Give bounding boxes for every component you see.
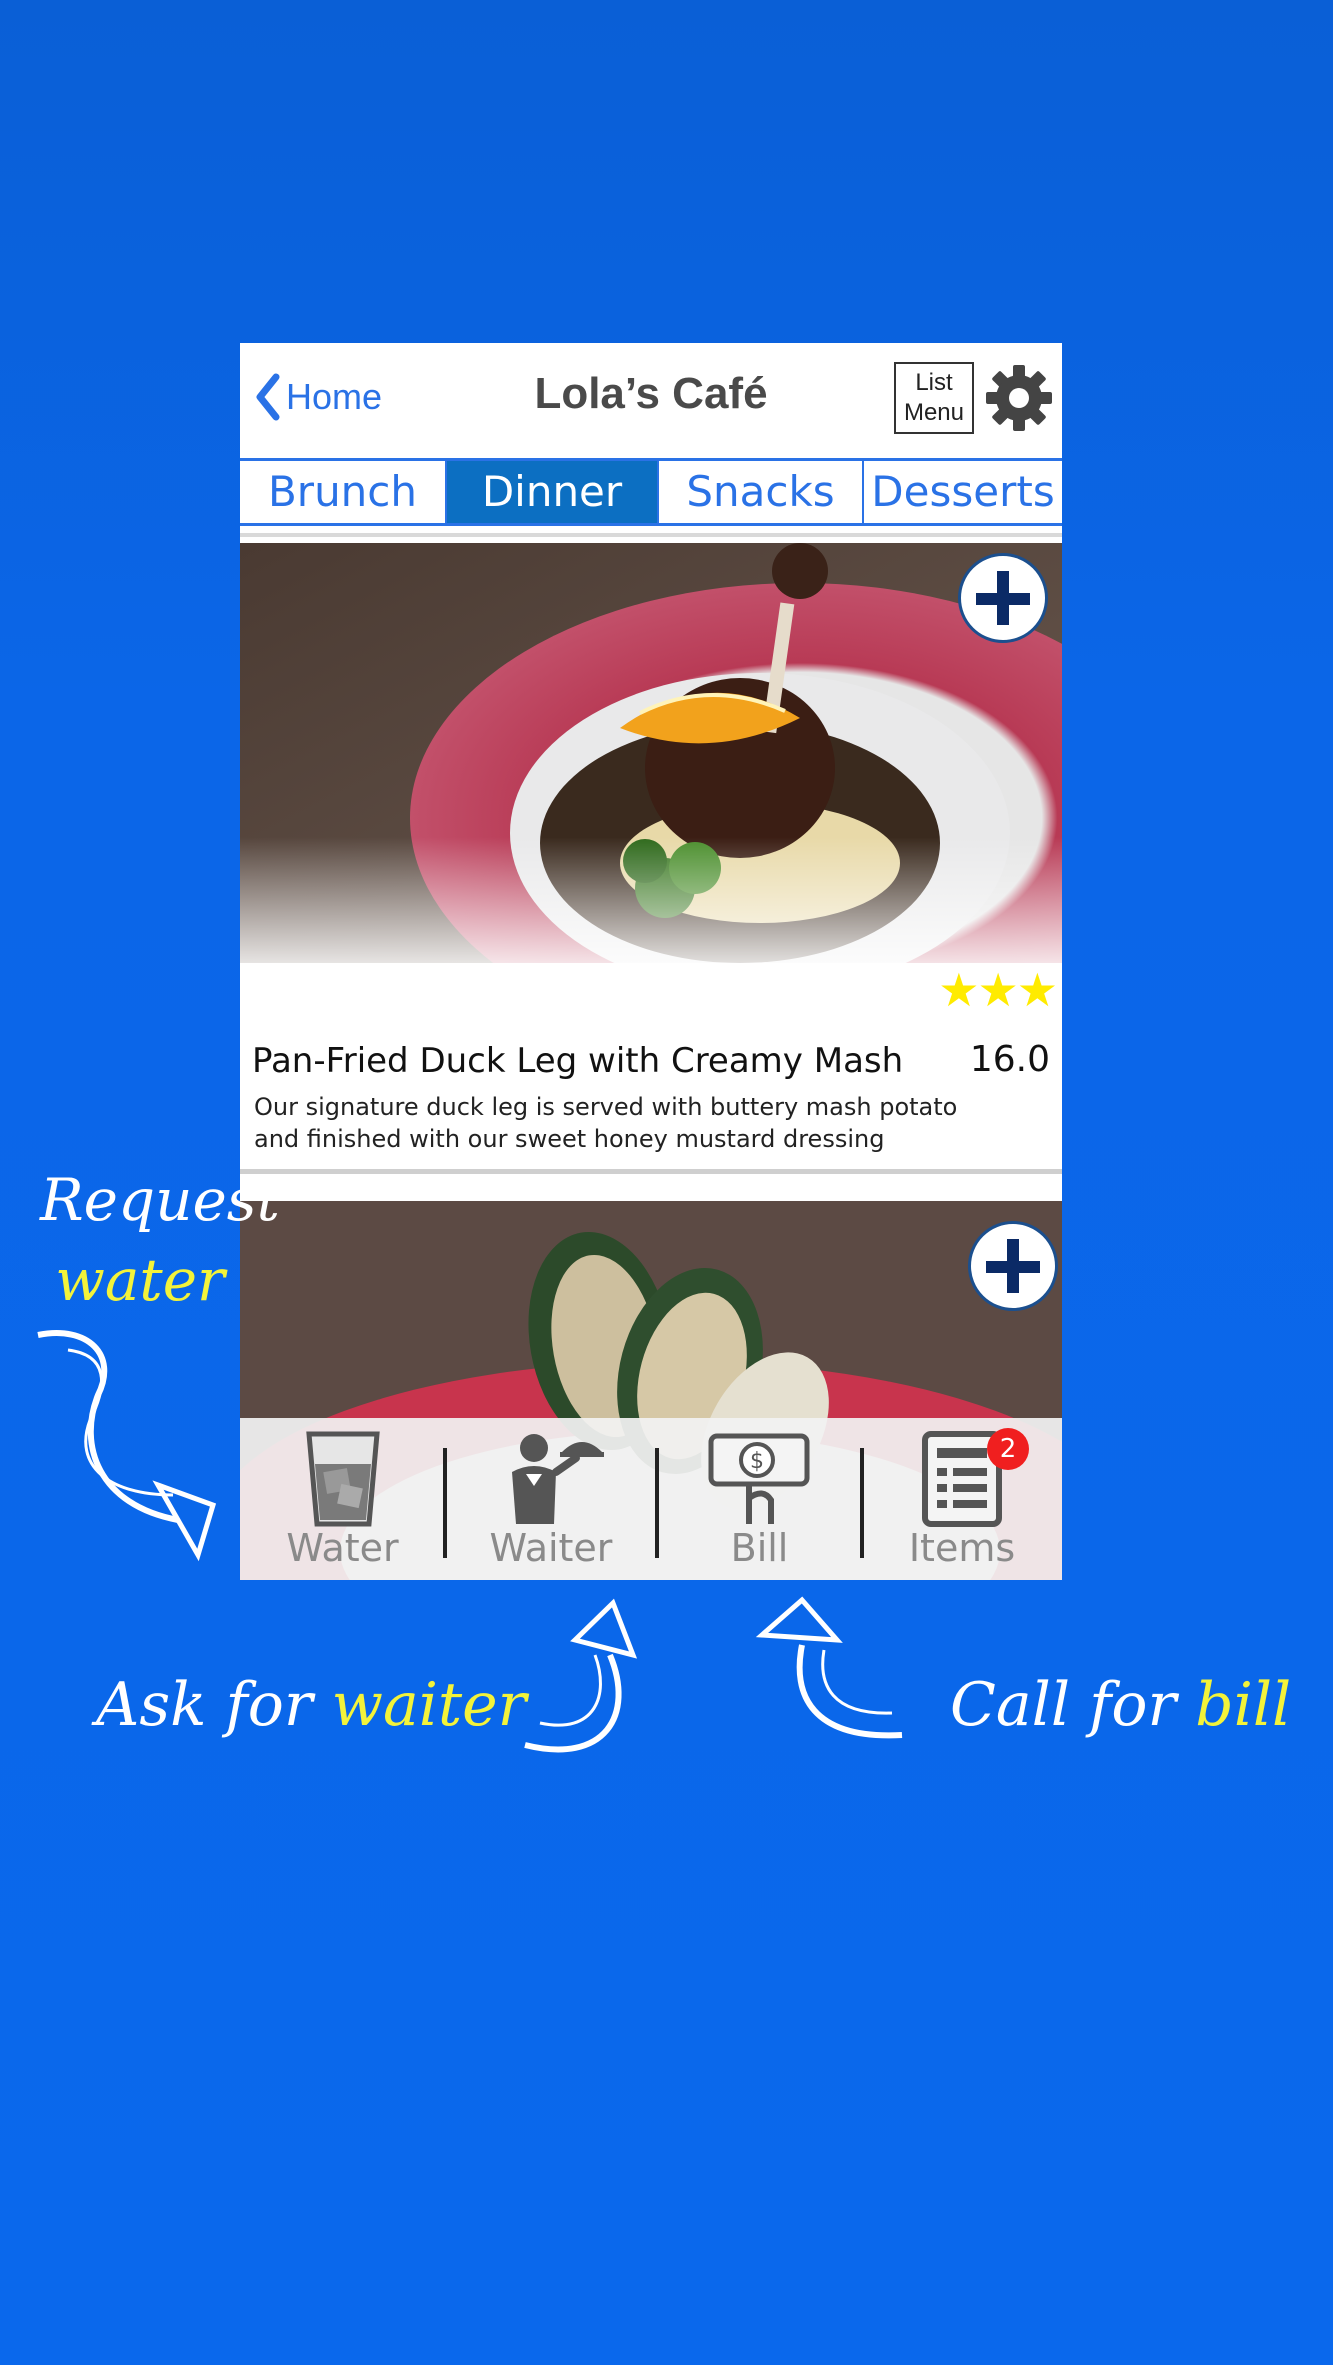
divider [240, 1169, 1062, 1174]
curved-arrow-icon [37, 1330, 217, 1562]
dish-price: 16.0 [969, 1039, 1050, 1080]
call-bill-annotation: Call for bill [950, 1670, 1291, 1740]
items-count-badge: 2 [987, 1428, 1029, 1470]
bill-icon: $ [708, 1433, 809, 1524]
water-glass-icon [305, 1431, 380, 1527]
svg-text:$: $ [750, 1449, 764, 1474]
divider [443, 1448, 447, 1558]
add-to-order-button[interactable] [958, 553, 1048, 643]
gear-icon[interactable] [984, 363, 1054, 433]
items-label: Items [908, 1526, 1016, 1570]
divider [655, 1448, 659, 1558]
top-bar: Home Lola’s Café List Menu [240, 343, 1062, 458]
list-menu-line2: Menu [903, 399, 965, 426]
curved-arrow-icon [524, 1598, 638, 1753]
tab-desserts[interactable]: Desserts [864, 461, 1062, 523]
request-water-annotation: Request water [40, 1160, 280, 1320]
water-button[interactable]: Water [240, 1418, 445, 1580]
dish-name: Pan-Fried Duck Leg with Creamy Mash [252, 1041, 904, 1081]
annotation-text: Request [40, 1166, 280, 1234]
bill-label: Bill [730, 1526, 789, 1570]
add-to-order-button[interactable] [968, 1221, 1058, 1311]
category-tabs: Brunch Dinner Snacks Desserts [240, 458, 1062, 526]
waiter-label: Waiter [489, 1526, 613, 1570]
annotation-highlight: waiter [331, 1670, 527, 1740]
annotation-highlight: water [55, 1246, 225, 1314]
ask-waiter-annotation: Ask for waiter [96, 1670, 526, 1740]
divider [860, 1448, 864, 1558]
annotation-text: Call for [950, 1670, 1196, 1740]
rating-stars: ★★★ [938, 963, 1058, 1017]
annotation-text: Ask for [96, 1670, 332, 1740]
waiter-icon [512, 1434, 604, 1524]
tab-snacks[interactable]: Snacks [659, 461, 864, 523]
curved-arrow-icon [755, 1596, 903, 1739]
tab-brunch[interactable]: Brunch [240, 461, 447, 523]
annotation-highlight: bill [1195, 1670, 1292, 1740]
items-button[interactable]: Items [862, 1418, 1062, 1580]
duck-dish-image [240, 543, 1062, 963]
divider [240, 533, 1062, 537]
list-menu-line1: List [915, 369, 953, 396]
dish-photo-duck[interactable] [240, 543, 1062, 963]
list-menu-button[interactable]: List Menu [894, 362, 974, 434]
water-label: Water [286, 1526, 399, 1570]
bill-button[interactable]: $ Bill [657, 1418, 862, 1580]
waiter-button[interactable]: Waiter [445, 1418, 657, 1580]
bottom-action-bar: Water Waiter $ Bill Items [240, 1418, 1062, 1580]
phone-screen: Home Lola’s Café List Menu Brunch Dinner [240, 343, 1062, 1580]
dish-description: Our signature duck leg is served with bu… [254, 1093, 958, 1153]
tab-dinner[interactable]: Dinner [447, 461, 659, 523]
